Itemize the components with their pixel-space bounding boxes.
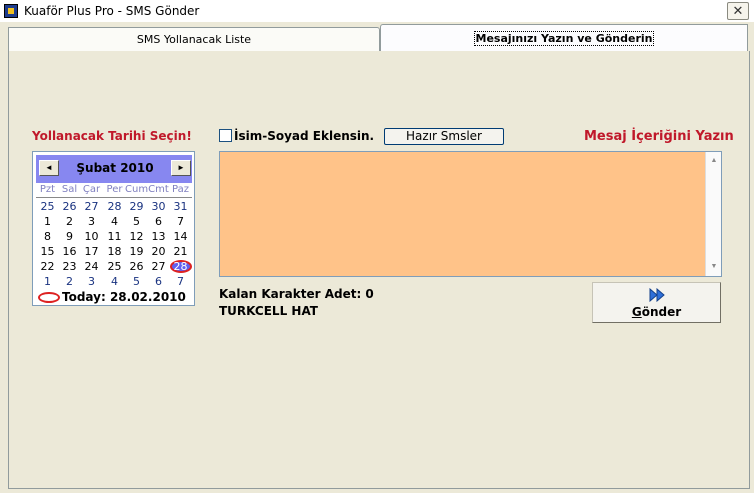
date-section-label: Yollanacak Tarihi Seçin! [32, 129, 192, 143]
carrier-line: TURKCELL HAT [219, 304, 318, 318]
send-arrow-icon [649, 288, 665, 302]
calendar-day[interactable]: 13 [147, 230, 170, 243]
calendar-day[interactable]: 1 [36, 215, 59, 228]
calendar-day[interactable]: 5 [125, 215, 148, 228]
scroll-up-arrow-icon[interactable]: ▲ [706, 154, 722, 168]
ready-sms-button[interactable]: Hazır Smsler [384, 128, 504, 145]
tab-write-send[interactable]: Mesajınızı Yazın ve Gönderin [380, 24, 748, 52]
calendar-day[interactable]: 8 [36, 230, 59, 243]
send-button[interactable]: Gönder [592, 282, 721, 323]
window-title: Kuaför Plus Pro - SMS Gönder [24, 4, 200, 18]
calendar-day[interactable]: 16 [58, 245, 81, 258]
calendar-day[interactable]: 20 [147, 245, 170, 258]
calendar-day[interactable]: 10 [80, 230, 103, 243]
today-label: Today: 28.02.2010 [62, 290, 186, 304]
calendar-day[interactable]: 21 [169, 245, 192, 258]
calendar-week-row: 1234567 [36, 275, 192, 290]
calendar-day[interactable]: 4 [103, 275, 126, 288]
sms-send-window: Kuaför Plus Pro - SMS Gönder ✕ SMS Yolla… [0, 0, 754, 493]
app-icon [4, 4, 18, 18]
calendar-day[interactable]: 3 [80, 215, 103, 228]
calendar-day[interactable]: 28 [103, 200, 126, 213]
calendar-week-row: 22 23 24 25 26 27 28 [36, 260, 192, 275]
calendar-day[interactable]: 12 [125, 230, 148, 243]
today-marker-icon [38, 292, 60, 303]
send-mnemonic: G [631, 305, 642, 319]
calendar-month: Şubat 2010 [76, 161, 154, 175]
calendar-day[interactable]: 17 [80, 245, 103, 258]
calendar-day[interactable]: 14 [169, 230, 192, 243]
message-label: Mesaj İçeriğini Yazın [584, 129, 734, 144]
tab-sms-list[interactable]: SMS Yollanacak Liste [8, 27, 380, 53]
calendar-header: ◄ Şubat 2010 ► [36, 155, 192, 183]
calendar-weekdays: Pzt Sal Çar Per Cum Cmt Paz [36, 184, 192, 198]
calendar-day[interactable]: 22 [36, 260, 59, 273]
prev-month-button[interactable]: ◄ [39, 160, 59, 176]
calendar-day[interactable]: 5 [125, 275, 148, 288]
calendar-day[interactable]: 23 [58, 260, 81, 273]
calendar-day[interactable]: 29 [125, 200, 148, 213]
tab-strip: SMS Yollanacak Liste Mesajınızı Yazın ve… [8, 24, 750, 53]
calendar-day[interactable]: 27 [147, 260, 170, 273]
calendar-day[interactable]: 6 [147, 275, 170, 288]
calendar-day[interactable]: 7 [169, 215, 192, 228]
today-link[interactable]: Today: 28.02.2010 [36, 289, 192, 305]
title-bar: Kuaför Plus Pro - SMS Gönder ✕ [0, 0, 754, 22]
scroll-down-arrow-icon[interactable]: ▼ [706, 260, 722, 274]
calendar-day[interactable]: 26 [58, 200, 81, 213]
calendar-week-row: 25 26 27 28 29 30 31 [36, 200, 192, 215]
calendar-day[interactable]: 25 [103, 260, 126, 273]
add-name-checkbox[interactable] [219, 129, 232, 142]
calendar-day[interactable]: 2 [58, 275, 81, 288]
calendar-day[interactable]: 18 [103, 245, 126, 258]
calendar-day[interactable]: 4 [103, 215, 126, 228]
message-scrollbar[interactable]: ▲ ▼ [705, 152, 721, 276]
calendar-day[interactable]: 1 [36, 275, 59, 288]
calendar-day[interactable]: 9 [58, 230, 81, 243]
calendar-day[interactable]: 7 [169, 275, 192, 288]
calendar[interactable]: ◄ Şubat 2010 ► Pzt Sal Çar Per Cum Cmt P… [32, 151, 195, 306]
send-label-rest: önder [641, 305, 682, 319]
message-input[interactable] [219, 151, 722, 277]
calendar-day[interactable]: 27 [80, 200, 103, 213]
weekday-label: Cmt [148, 184, 169, 195]
calendar-day[interactable]: 30 [147, 200, 170, 213]
weekday-label: Pzt [39, 184, 56, 195]
calendar-day[interactable]: 25 [36, 200, 59, 213]
close-button[interactable]: ✕ [727, 2, 749, 20]
calendar-day-selected[interactable]: 28 [169, 260, 192, 273]
calendar-day[interactable]: 26 [125, 260, 148, 273]
next-month-button[interactable]: ► [171, 160, 191, 176]
weekday-label: Cum [125, 184, 149, 195]
weekday-label: Sal [61, 184, 78, 195]
calendar-week-row: 1234567 [36, 215, 192, 230]
calendar-week-row: 15 16 17 18 19 20 21 [36, 245, 192, 260]
tab-write-send-label: Mesajınızı Yazın ve Gönderin [473, 31, 655, 46]
calendar-day[interactable]: 31 [169, 200, 192, 213]
calendar-day[interactable]: 19 [125, 245, 148, 258]
calendar-day[interactable]: 11 [103, 230, 126, 243]
calendar-day[interactable]: 24 [80, 260, 103, 273]
calendar-week-row: 8 9 10 11 12 13 14 [36, 230, 192, 245]
add-name-label[interactable]: İsim-Soyad Eklensin. [234, 129, 374, 143]
send-button-label: Gönder [593, 305, 720, 319]
weekday-label: Paz [172, 184, 189, 195]
weekday-label: Çar [82, 184, 101, 195]
calendar-day[interactable]: 15 [36, 245, 59, 258]
calendar-day[interactable]: 2 [58, 215, 81, 228]
remaining-chars: Kalan Karakter Adet: 0 [219, 287, 374, 301]
calendar-day[interactable]: 6 [147, 215, 170, 228]
weekday-label: Per [106, 184, 123, 195]
calendar-day[interactable]: 3 [80, 275, 103, 288]
